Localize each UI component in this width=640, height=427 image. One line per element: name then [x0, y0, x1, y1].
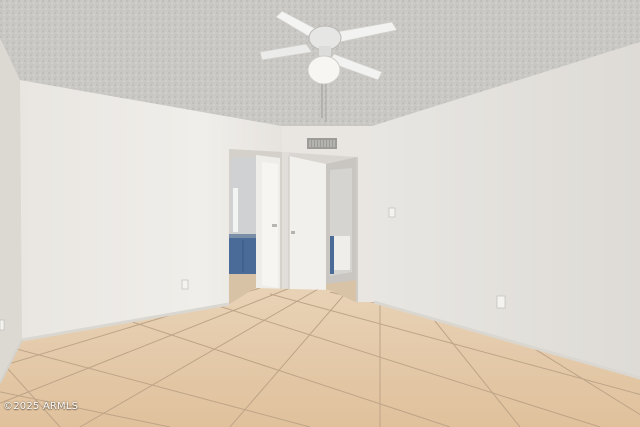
copyright-watermark: ©2025 ARMLS [3, 401, 79, 412]
wall-outlet-right [496, 295, 506, 309]
light-switch [388, 207, 396, 218]
room-photo: ©2025 ARMLS [0, 0, 640, 427]
hall-doorway [326, 157, 358, 302]
left-side-wall [0, 38, 22, 383]
room-illustration [0, 0, 640, 427]
open-door [256, 155, 280, 292]
wall-outlet-left [181, 279, 189, 290]
closet-door [282, 152, 326, 298]
